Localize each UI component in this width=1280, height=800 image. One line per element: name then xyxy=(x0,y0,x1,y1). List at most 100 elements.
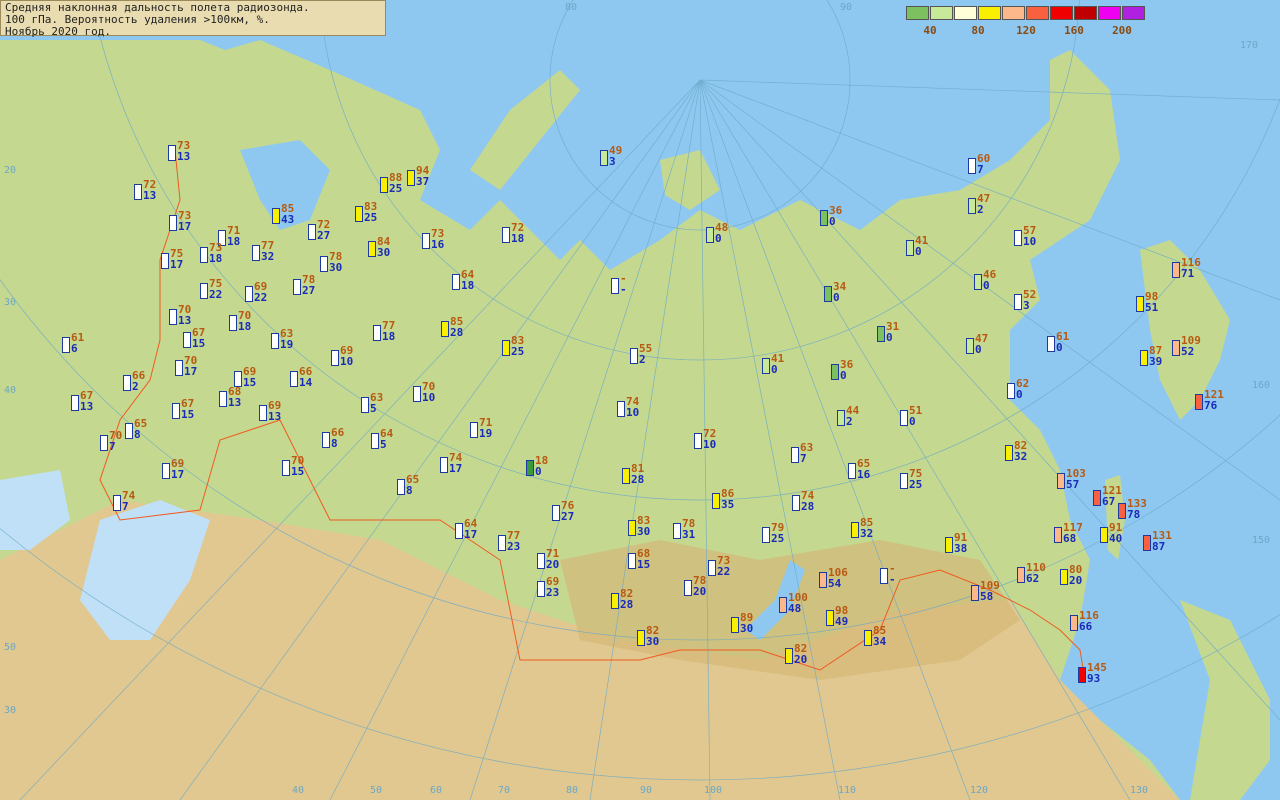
station-bar xyxy=(168,145,176,161)
station-probability: 37 xyxy=(416,175,430,188)
station-bar xyxy=(837,410,845,426)
station-probability: 25 xyxy=(364,211,378,224)
station-bar xyxy=(355,206,363,222)
station-bar xyxy=(851,522,859,538)
grid-label: 40 xyxy=(292,785,305,796)
station-probability: 6 xyxy=(71,342,78,355)
station-probability: 31 xyxy=(682,528,696,541)
station-probability: 20 xyxy=(693,585,707,598)
station-marker: 60 7 xyxy=(968,153,1028,183)
station-probability: 35 xyxy=(721,498,735,511)
station-probability: 16 xyxy=(431,238,445,251)
station-marker: 34 0 xyxy=(824,281,884,311)
station-probability: 17 xyxy=(178,220,192,233)
station-marker: 68 15 xyxy=(628,548,688,578)
station-marker: 61 0 xyxy=(1047,331,1107,361)
station-marker: 70 10 xyxy=(413,381,473,411)
grid-label: 130 xyxy=(1130,785,1149,796)
station-probability: 68 xyxy=(1063,532,1077,545)
station-bar xyxy=(175,360,183,376)
station-probability: 17 xyxy=(464,528,478,541)
station-probability: 28 xyxy=(450,326,464,339)
legend-swatch xyxy=(930,6,953,20)
station-bar xyxy=(271,333,279,349)
station-probability: 0 xyxy=(715,232,722,245)
station-probability: 0 xyxy=(535,465,542,478)
station-bar xyxy=(968,158,976,174)
station-probability: 0 xyxy=(983,279,990,292)
grid-label: 60 xyxy=(430,785,443,796)
station-bar xyxy=(1014,230,1022,246)
station-bar xyxy=(945,537,953,553)
station-probability: 13 xyxy=(80,400,94,413)
station-probability: 13 xyxy=(268,410,282,423)
station-bar xyxy=(600,150,608,166)
legend-swatch xyxy=(954,6,977,20)
station-marker: 63 19 xyxy=(271,328,331,358)
station-probability: 19 xyxy=(280,338,294,351)
station-probability: 39 xyxy=(1149,355,1163,368)
station-bar xyxy=(966,338,974,354)
station-probability: 0 xyxy=(915,245,922,258)
station-probability: 34 xyxy=(873,635,887,648)
station-probability: 51 xyxy=(1145,301,1159,314)
grid-label: 30 xyxy=(4,705,17,716)
station-bar xyxy=(637,630,645,646)
station-marker: 89 30 xyxy=(731,612,791,642)
station-bar xyxy=(712,493,720,509)
station-bar xyxy=(617,401,625,417)
grid-label: 90 xyxy=(640,785,653,796)
station-probability: 0 xyxy=(829,215,836,228)
station-bar xyxy=(380,177,388,193)
station-bar xyxy=(290,371,298,387)
station-probability: 22 xyxy=(254,291,268,304)
station-marker: 85 34 xyxy=(864,625,924,655)
grid-label: 20 xyxy=(4,165,17,176)
station-probability: 2 xyxy=(639,353,646,366)
station-bar xyxy=(161,253,169,269)
station-marker: 82 30 xyxy=(637,625,697,655)
station-probability: 30 xyxy=(329,261,343,274)
station-bar xyxy=(864,630,872,646)
station-bar xyxy=(1060,569,1068,585)
station-probability: 22 xyxy=(209,288,223,301)
station-bar xyxy=(200,283,208,299)
station-marker: 62 0 xyxy=(1007,378,1067,408)
station-marker: 73 18 xyxy=(200,242,260,272)
station-bar xyxy=(62,337,70,353)
legend-swatch xyxy=(1050,6,1073,20)
radiosonde-map: 80 90 40 50 60 70 80 90 100 110 120 130 … xyxy=(0,0,1280,800)
station-marker: 85 32 xyxy=(851,517,911,547)
station-marker: 79 25 xyxy=(762,522,822,552)
legend-swatch xyxy=(1026,6,1049,20)
station-bar xyxy=(422,233,430,249)
station-bar xyxy=(762,358,770,374)
station-probability: 3 xyxy=(1023,299,1030,312)
station-marker: 116 71 xyxy=(1172,257,1232,287)
grid-label: 50 xyxy=(4,642,17,653)
station-bar xyxy=(441,321,449,337)
station-bar xyxy=(368,241,376,257)
station-bar xyxy=(706,227,714,243)
station-marker: 76 27 xyxy=(552,500,612,530)
station-probability: 15 xyxy=(181,408,195,421)
grid-label: 50 xyxy=(370,785,383,796)
station-bar xyxy=(134,184,142,200)
station-marker: 85 28 xyxy=(441,316,501,346)
station-bar xyxy=(200,247,208,263)
title-line-3: Ноябрь 2020 год. xyxy=(5,25,111,38)
station-marker: 31 0 xyxy=(877,321,937,351)
station-marker: 44 2 xyxy=(837,405,897,435)
grid-label: 80 xyxy=(566,785,579,796)
grid-label: 100 xyxy=(704,785,723,796)
station-bar xyxy=(792,495,800,511)
station-bar xyxy=(968,198,976,214)
station-marker: 69 13 xyxy=(259,400,319,430)
grid-label: 30 xyxy=(4,297,17,308)
station-probability: 66 xyxy=(1079,620,1093,633)
station-probability: 30 xyxy=(377,246,391,259)
station-bar xyxy=(1093,490,1101,506)
station-marker: 47 0 xyxy=(966,333,1026,363)
station-probability: 52 xyxy=(1181,345,1195,358)
station-probability: 5 xyxy=(380,438,387,451)
